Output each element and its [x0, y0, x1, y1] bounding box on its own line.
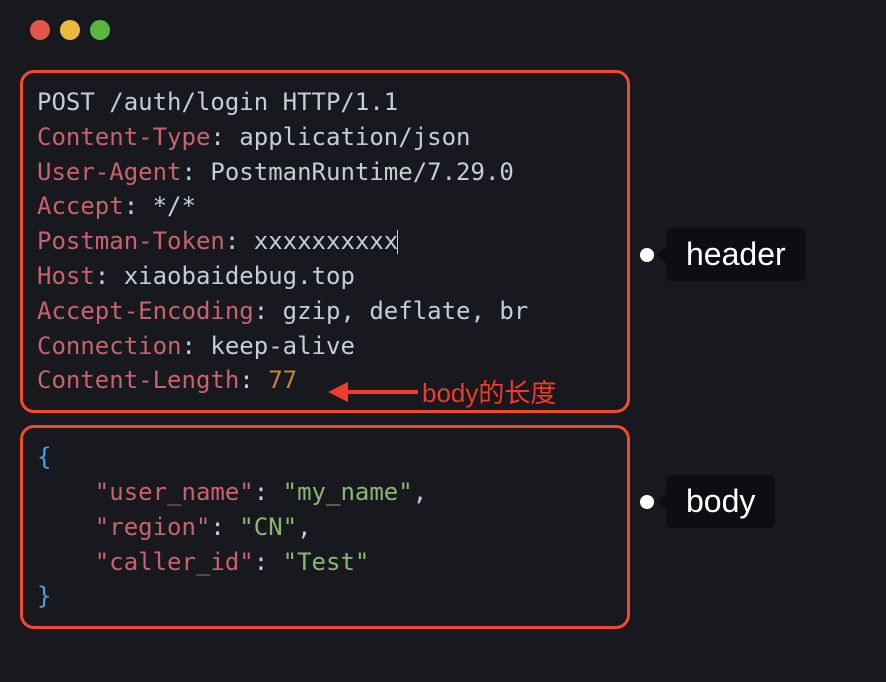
request-line: POST /auth/login HTTP/1.1: [37, 85, 613, 120]
body-line: "caller_id": "Test": [37, 545, 613, 580]
header-name: Content-Length: [37, 366, 239, 394]
header-box: POST /auth/login HTTP/1.1 Content-Type: …: [20, 70, 630, 413]
header-name: Host: [37, 262, 95, 290]
header-value: gzip, deflate, br: [283, 297, 529, 325]
json-key: "region": [95, 513, 211, 541]
header-name: Accept-Encoding: [37, 297, 254, 325]
callout-header: header: [640, 228, 806, 281]
header-line: User-Agent: PostmanRuntime/7.29.0: [37, 155, 613, 190]
annotation-text: body的长度: [422, 373, 556, 410]
callout-body: body: [640, 475, 775, 528]
callout-header-label: header: [666, 228, 806, 281]
json-key: "caller_id": [95, 548, 254, 576]
header-value: keep-alive: [210, 332, 355, 360]
callout-body-label: body: [666, 475, 775, 528]
header-name: User-Agent: [37, 158, 182, 186]
header-value: 77: [268, 366, 297, 394]
text-cursor: [397, 230, 398, 254]
header-name: Postman-Token: [37, 227, 225, 255]
json-key: "user_name": [95, 478, 254, 506]
header-name: Connection: [37, 332, 182, 360]
header-line: Postman-Token: xxxxxxxxxx: [37, 224, 613, 259]
header-value: application/json: [239, 123, 470, 151]
json-value: "Test": [283, 548, 370, 576]
header-line: Accept-Encoding: gzip, deflate, br: [37, 294, 613, 329]
brace-open: {: [37, 443, 51, 471]
header-line: Connection: keep-alive: [37, 329, 613, 364]
body-box: { "user_name": "my_name", "region": "CN"…: [20, 425, 630, 629]
brace-close: }: [37, 582, 51, 610]
header-line: Host: xiaobaidebug.top: [37, 259, 613, 294]
json-value: "CN": [239, 513, 297, 541]
content-length-annotation: body的长度: [328, 373, 556, 410]
arrow-icon: [328, 382, 418, 402]
header-line: Content-Type: application/json: [37, 120, 613, 155]
callout-dot-icon: [640, 495, 654, 509]
window-controls: [20, 20, 866, 40]
header-value: */*: [153, 192, 196, 220]
header-value: PostmanRuntime/7.29.0: [210, 158, 513, 186]
header-name: Accept: [37, 192, 124, 220]
header-value: xxxxxxxxxx: [254, 227, 399, 255]
header-name: Content-Type: [37, 123, 210, 151]
json-value: "my_name": [283, 478, 413, 506]
maximize-icon[interactable]: [90, 20, 110, 40]
body-line: "user_name": "my_name",: [37, 475, 613, 510]
header-value: xiaobaidebug.top: [124, 262, 355, 290]
close-icon[interactable]: [30, 20, 50, 40]
minimize-icon[interactable]: [60, 20, 80, 40]
header-line: Accept: */*: [37, 189, 613, 224]
body-line: "region": "CN",: [37, 510, 613, 545]
callout-dot-icon: [640, 248, 654, 262]
